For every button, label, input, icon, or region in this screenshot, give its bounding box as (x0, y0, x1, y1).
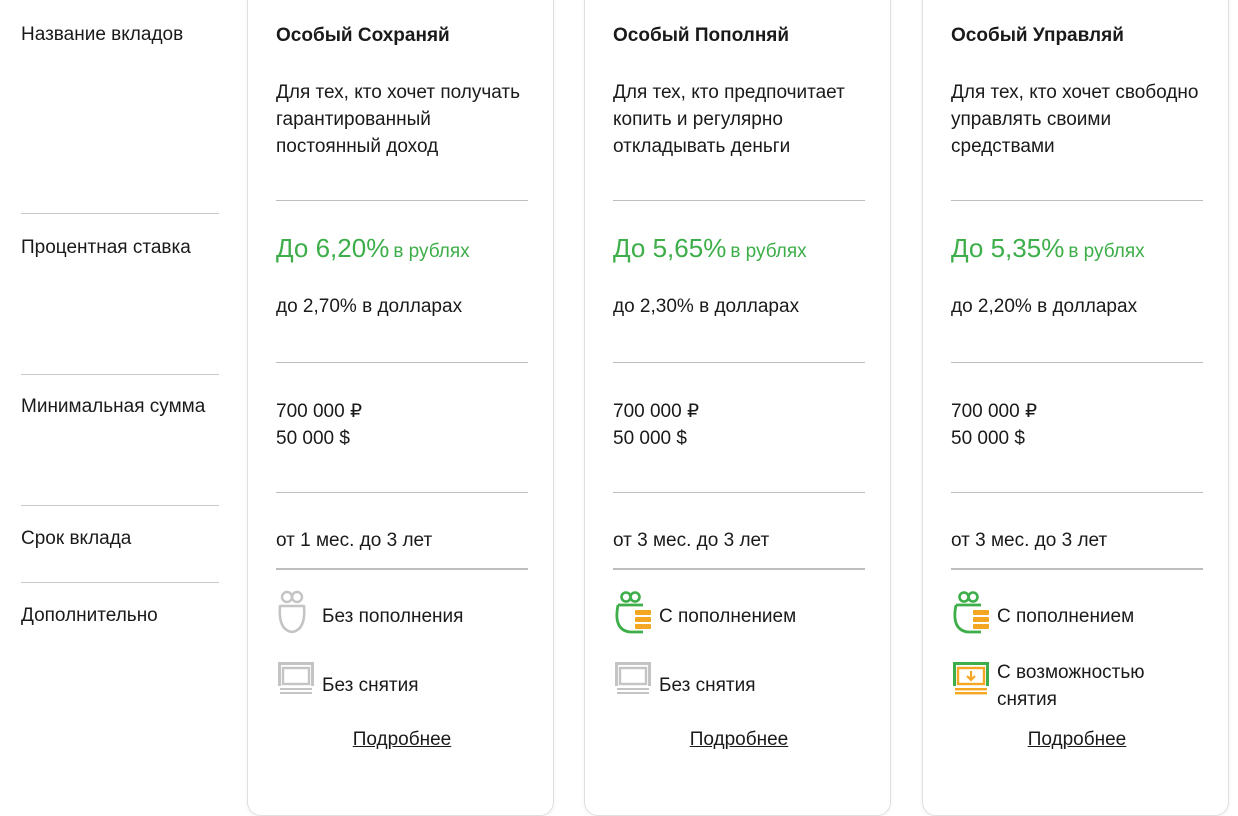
row-separator (951, 492, 1203, 493)
wallet-icon (613, 590, 653, 634)
row-separator (276, 362, 528, 363)
more-link[interactable]: Подробнее (613, 728, 865, 752)
rate-usd: до 2,70% в долларах (276, 296, 463, 317)
row-separator (613, 200, 865, 201)
rate-suffix: в рублях (393, 241, 470, 262)
deposit-card-upravlyay: Особый Управляй Для тех, кто хочет свобо… (922, 0, 1229, 816)
row-separator (951, 362, 1203, 363)
feature-topup-text: С пополнением (997, 606, 1135, 627)
feature-withdraw-text: Без снятия (322, 675, 419, 696)
feature-withdraw: С возможностью снятия (951, 660, 1203, 710)
min-amount: 700 000 ₽ 50 000 $ (276, 398, 362, 452)
deposit-description: Для тех, кто хочет получать гарантирован… (276, 82, 521, 157)
rate-value: До 5,35% (951, 233, 1065, 263)
feature-topup: С пополнением (613, 590, 865, 640)
row-separator (613, 362, 865, 363)
rate-suffix: в рублях (730, 241, 807, 262)
more-link[interactable]: Подробнее (276, 728, 528, 752)
deposit-title: Особый Управляй (951, 25, 1124, 46)
row-separator (276, 492, 528, 493)
deposit-title: Особый Пополняй (613, 25, 790, 46)
deposit-title: Особый Сохраняй (276, 25, 450, 46)
min-amount-rub: 700 000 ₽ (613, 401, 700, 422)
feature-withdraw: Без снятия (613, 660, 865, 710)
deposit-description: Для тех, кто хочет свободно управлять св… (951, 82, 1199, 157)
row-separator (276, 568, 528, 570)
label-term: Срок вклада (21, 528, 132, 549)
label-extra: Дополнительно (21, 605, 158, 626)
feature-topup-text: С пополнением (659, 606, 797, 627)
rate-rub: До 5,35% в рублях (951, 233, 1145, 263)
label-separator (21, 374, 219, 375)
min-amount-rub: 700 000 ₽ (276, 401, 363, 422)
label-separator (21, 213, 219, 214)
label-interest-rate: Процентная ставка (21, 237, 191, 258)
deposit-card-sokhranyay: Особый Сохраняй Для тех, кто хочет получ… (247, 0, 554, 816)
min-amount-usd: 50 000 $ (951, 428, 1025, 449)
row-separator (276, 200, 528, 201)
feature-withdraw: Без снятия (276, 660, 528, 710)
withdraw-icon (951, 660, 991, 704)
min-amount: 700 000 ₽ 50 000 $ (613, 398, 699, 452)
row-separator (951, 568, 1203, 570)
min-amount-usd: 50 000 $ (613, 428, 687, 449)
withdraw-icon (613, 660, 653, 704)
deposit-term: от 1 мес. до 3 лет (276, 530, 433, 551)
deposit-term: от 3 мес. до 3 лет (613, 530, 770, 551)
row-separator (613, 492, 865, 493)
wallet-icon (951, 590, 991, 634)
label-separator (21, 505, 219, 506)
deposit-description: Для тех, кто предпочитает копить и регул… (613, 82, 845, 157)
min-amount: 700 000 ₽ 50 000 $ (951, 398, 1037, 452)
min-amount-rub: 700 000 ₽ (951, 401, 1038, 422)
rate-usd: до 2,30% в долларах (613, 296, 800, 317)
label-min-sum: Минимальная сумма (21, 396, 206, 417)
more-link[interactable]: Подробнее (951, 728, 1203, 752)
row-separator (613, 568, 865, 570)
label-deposit-name: Название вкладов (21, 24, 184, 45)
rate-value: До 5,65% (613, 233, 727, 263)
rate-rub: До 5,65% в рублях (613, 233, 807, 263)
rate-suffix: в рублях (1068, 241, 1145, 262)
row-separator (951, 200, 1203, 201)
rate-usd: до 2,20% в долларах (951, 296, 1138, 317)
feature-topup-text: Без пополнения (322, 606, 464, 627)
feature-topup: Без пополнения (276, 590, 528, 640)
label-separator (21, 582, 219, 583)
min-amount-usd: 50 000 $ (276, 428, 350, 449)
feature-withdraw-text: С возможностью снятия (997, 662, 1145, 710)
withdraw-icon (276, 660, 316, 704)
deposit-term: от 3 мес. до 3 лет (951, 530, 1108, 551)
wallet-icon (276, 590, 316, 634)
rate-value: До 6,20% (276, 233, 390, 263)
deposit-card-popolnyay: Особый Пополняй Для тех, кто предпочитае… (584, 0, 891, 816)
rate-rub: До 6,20% в рублях (276, 233, 470, 263)
feature-topup: С пополнением (951, 590, 1203, 640)
row-labels: Название вкладов Процентная ставка Миним… (21, 0, 219, 796)
feature-withdraw-text: Без снятия (659, 675, 756, 696)
